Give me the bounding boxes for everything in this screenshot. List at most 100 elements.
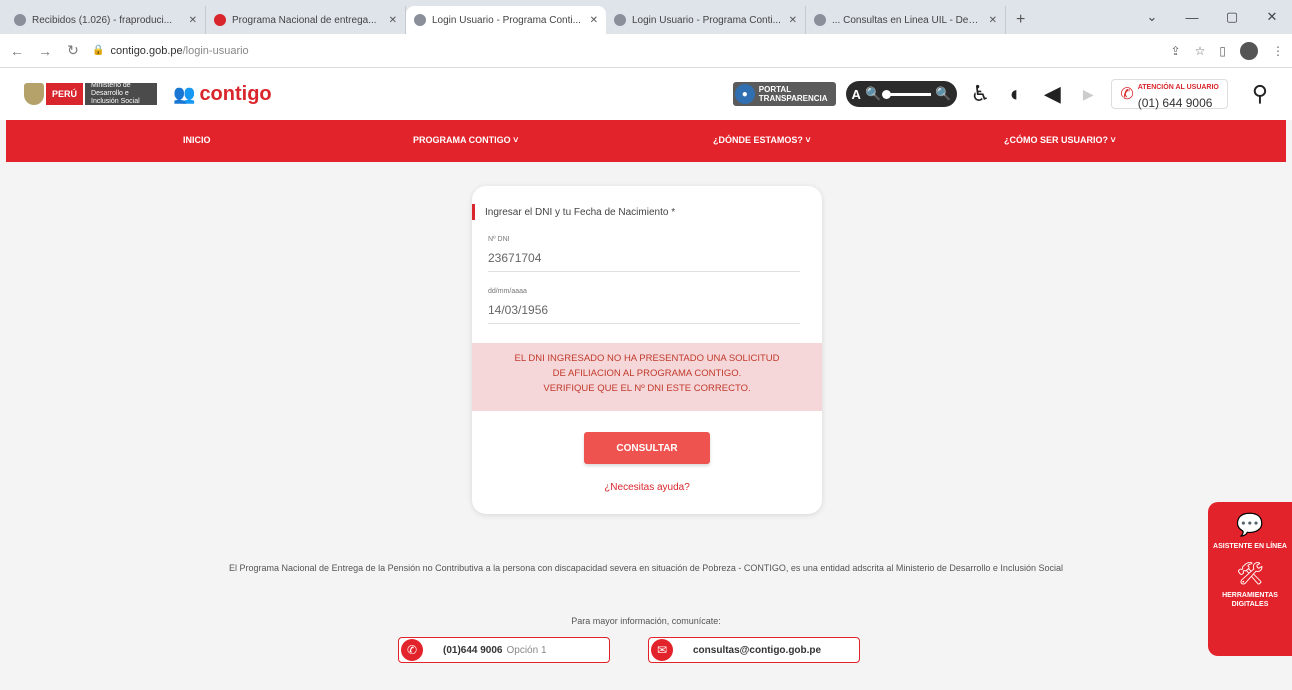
contact-email-address: consultas@contigo.gob.pe (693, 644, 822, 656)
close-window-icon[interactable]: ✕ (1252, 0, 1292, 34)
gov-country: PERÚ (46, 83, 84, 105)
url-host: contigo.gob.pe (110, 44, 183, 57)
menu-icon[interactable]: ⋮ (1272, 44, 1284, 58)
portal-line1: PORTAL (758, 85, 792, 94)
side-widget: 💬 ASISTENTE EN LÍNEA 🛠 HERRAMIENTAS DIGI… (1208, 502, 1292, 656)
zoom-out-icon[interactable]: 🔍 (865, 86, 881, 102)
alert-line: DE AFILIACION AL PROGRAMA CONTIGO. (552, 368, 742, 379)
accessibility-toolbar: ● PORTAL TRANSPARENCIA A 🔍 🔍 ♿ ◐ ◀ ▶ ✆ AT… (732, 79, 1268, 110)
sidebar-icon[interactable]: ▯ (1219, 44, 1226, 58)
close-icon[interactable]: ✕ (189, 15, 197, 26)
nav-item-programa[interactable]: PROGRAMA CONTIGO ˅ (413, 135, 518, 145)
brand-logo[interactable]: 👥 contigo (173, 83, 272, 106)
zoom-label: A (851, 86, 861, 102)
mail-icon: ✉ (651, 639, 673, 661)
forward-icon[interactable]: → (36, 43, 54, 59)
portal-line2: TRANSPARENCIA (758, 94, 828, 103)
tab-title: Recibidos (1.026) - fraproduci... (32, 14, 173, 26)
birthdate-label: dd/mm/aaaa (488, 288, 527, 295)
form-title: Ingresar el DNI y tu Fecha de Nacimiento… (472, 204, 675, 220)
attention-number: (01) 644 9006 (1137, 96, 1213, 110)
people-icon: 👥 (173, 83, 196, 104)
attention-phone[interactable]: ✆ ATENCIÓN AL USUARIO (01) 644 9006 (1111, 79, 1228, 110)
nav-item-inicio[interactable]: INICIO (183, 135, 211, 145)
globe-icon (614, 14, 626, 26)
url-path: /login-usuario (182, 44, 249, 57)
birthdate-field[interactable]: dd/mm/aaaa 14/03/1956 (488, 288, 800, 324)
shield-icon (24, 83, 44, 105)
lock-icon[interactable]: 🔒 (92, 45, 104, 56)
contact-phone[interactable]: ✆ (01)644 9006 Opción 1 (398, 637, 610, 663)
title-accent (472, 204, 475, 220)
main-navigation: INICIO PROGRAMA CONTIGO ˅ ¿DÓNDE ESTAMOS… (6, 120, 1286, 162)
birthdate-input[interactable]: 14/03/1956 (488, 303, 800, 323)
contrast-icon[interactable]: ◐ (1003, 81, 1029, 107)
accessibility-icon[interactable]: ♿ (967, 81, 993, 107)
speaker-icon[interactable]: ◀ (1039, 81, 1065, 107)
footer-description: El Programa Nacional de Entrega de la Pe… (229, 563, 1063, 573)
attention-label: ATENCIÓN AL USUARIO (1137, 84, 1219, 91)
tab-search-icon[interactable]: ⌄ (1132, 0, 1172, 34)
gov-ministry: Ministerio de Desarrollo e Inclusión Soc… (85, 82, 158, 105)
url-field[interactable]: 🔒 contigo.gob.pe/login-usuario (92, 45, 249, 57)
tab-title: Login Usuario - Programa Conti... (632, 14, 781, 26)
profile-avatar[interactable] (1240, 41, 1258, 60)
contact-email[interactable]: ✉ consultas@contigo.gob.pe (648, 637, 860, 663)
tab-title: Login Usuario - Programa Conti... (432, 14, 581, 26)
browser-tab-bar: Recibidos (1.026) - fraproduci... ✕ Prog… (0, 0, 1292, 34)
minimize-icon[interactable]: — (1172, 0, 1212, 34)
browser-toolbar: ⇪ ☆ ▯ ⋮ (1171, 41, 1284, 60)
reload-icon[interactable]: ↻ (64, 42, 82, 59)
browser-tab[interactable]: Login Usuario - Programa Conti... ✕ (606, 6, 806, 34)
zoom-in-icon[interactable]: 🔍 (935, 86, 951, 102)
globe-icon (814, 14, 826, 26)
form-title-text: Ingresar el DNI y tu Fecha de Nacimiento… (485, 206, 676, 218)
contact-phone-number: (01)644 9006 (443, 644, 503, 656)
dni-input[interactable]: 23671704 (488, 251, 800, 271)
chat-label[interactable]: ASISTENTE EN LÍNEA (1208, 542, 1292, 551)
search-icon[interactable]: ⚲ (1252, 81, 1268, 107)
close-icon[interactable]: ✕ (789, 15, 797, 26)
alert-line: VERIFIQUE QUE EL Nº DNI ESTE CORRECTO. (543, 383, 751, 394)
play-icon[interactable]: ▶ (1075, 86, 1101, 103)
address-bar: ← → ↻ 🔒 contigo.gob.pe/login-usuario ⇪ ☆… (0, 34, 1292, 68)
help-link[interactable]: ¿Necesitas ayuda? (472, 482, 822, 493)
login-card: Ingresar el DNI y tu Fecha de Nacimiento… (472, 186, 822, 514)
site-header: PERÚ Ministerio de Desarrollo e Inclusió… (0, 68, 1292, 120)
close-icon[interactable]: ✕ (389, 15, 397, 26)
text-zoom-slider[interactable]: A 🔍 🔍 (845, 81, 958, 107)
browser-tab[interactable]: Programa Nacional de entrega... ✕ (206, 6, 406, 34)
alert-line: EL DNI INGRESADO NO HA PRESENTADO UNA SO… (514, 353, 780, 364)
nav-item-donde-estamos[interactable]: ¿DÓNDE ESTAMOS? ˅ (713, 135, 811, 145)
close-icon[interactable]: ✕ (989, 15, 997, 26)
consultar-button[interactable]: CONSULTAR (584, 432, 710, 464)
gmail-favicon-icon (14, 14, 26, 26)
new-tab-button[interactable]: + (1006, 6, 1035, 34)
star-icon[interactable]: ☆ (1195, 44, 1206, 58)
government-logo[interactable]: PERÚ Ministerio de Desarrollo e Inclusió… (24, 81, 158, 107)
dni-field[interactable]: Nº DNI 23671704 (488, 236, 800, 272)
transparency-icon: ● (734, 84, 755, 104)
portal-transparencia-button[interactable]: ● PORTAL TRANSPARENCIA (732, 82, 836, 106)
nav-item-como-ser-usuario[interactable]: ¿CÓMO SER USUARIO? ˅ (1004, 135, 1116, 145)
browser-tab[interactable]: ... Consultas en Linea UIL - Demo... ✕ (806, 6, 1006, 34)
tab-title: Programa Nacional de entrega... (232, 14, 377, 26)
chat-icon[interactable]: 💬 (1208, 512, 1292, 538)
browser-tab-active[interactable]: Login Usuario - Programa Conti... ✕ (406, 6, 606, 34)
tools-label[interactable]: HERRAMIENTAS DIGITALES (1208, 591, 1292, 609)
contact-phone-option: Opción 1 (506, 644, 547, 656)
footer-more-info: Para mayor información, comunícate: (571, 616, 721, 626)
globe-icon (414, 14, 426, 26)
browser-tab[interactable]: Recibidos (1.026) - fraproduci... ✕ (6, 6, 206, 34)
close-icon[interactable]: ✕ (590, 15, 598, 26)
zoom-track[interactable] (882, 89, 932, 99)
share-icon[interactable]: ⇪ (1171, 44, 1181, 58)
back-icon[interactable]: ← (8, 43, 26, 59)
window-controls: ⌄ — ▢ ✕ (1132, 0, 1292, 34)
tools-icon[interactable]: 🛠 (1208, 561, 1292, 587)
dni-label: Nº DNI (488, 236, 510, 243)
site-favicon-icon (214, 14, 226, 26)
phone-icon: ✆ (1120, 86, 1134, 103)
tab-title: ... Consultas en Linea UIL - Demo... (832, 14, 983, 26)
maximize-icon[interactable]: ▢ (1212, 0, 1252, 34)
